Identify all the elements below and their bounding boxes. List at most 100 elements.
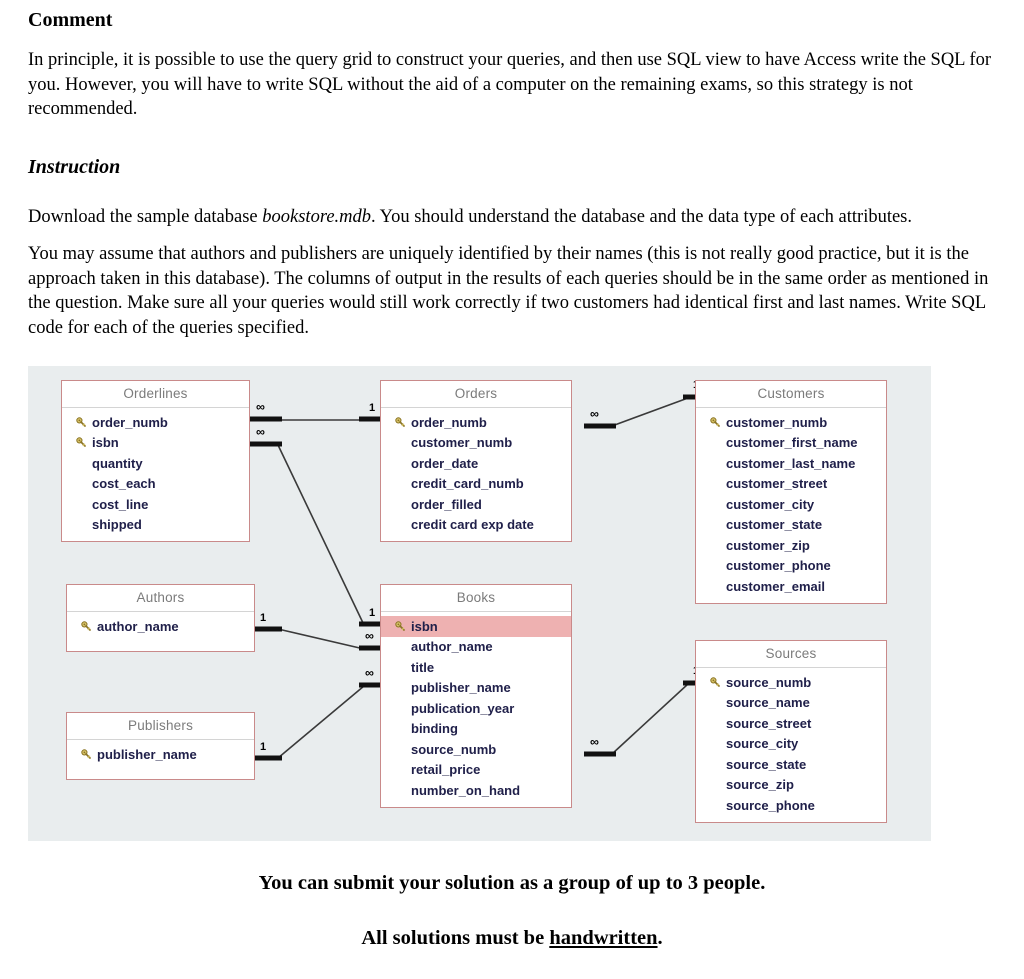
er-field-row[interactable]: order_numb [62, 412, 249, 433]
er-field-row[interactable]: customer_phone [696, 556, 886, 577]
er-field-label: number_on_hand [411, 782, 521, 798]
footer-group-note: You can submit your solution as a group … [258, 872, 766, 894]
instruction-heading: Instruction [28, 156, 121, 178]
er-field-label: customer_last_name [726, 455, 856, 471]
er-field-row[interactable]: source_phone [696, 795, 886, 816]
er-field-label: isbn [92, 435, 119, 451]
er-field-label: customer_email [726, 578, 825, 594]
er-field-row[interactable]: customer_state [696, 515, 886, 536]
er-field-row[interactable]: customer_first_name [696, 433, 886, 454]
footer-text-before: All solutions must be [361, 927, 550, 949]
er-field-label: source_numb [726, 674, 812, 690]
er-field-row[interactable]: source_numb [696, 672, 886, 693]
er-field-row[interactable]: shipped [62, 515, 249, 536]
er-field-row[interactable]: customer_city [696, 494, 886, 515]
er-table-customers[interactable]: Customers customer_numb customer_first_n… [695, 380, 887, 604]
er-field-label: author_name [97, 618, 179, 634]
er-table-title: Authors [67, 585, 254, 612]
er-field-row[interactable]: retail_price [381, 760, 571, 781]
er-table-sources[interactable]: Sources source_numb source_name source_s… [695, 640, 887, 823]
er-field-label: customer_street [726, 476, 828, 492]
er-field-row[interactable]: source_city [696, 734, 886, 755]
er-field-label: order_date [411, 455, 479, 471]
download-text-after: . You should understand the database and… [371, 207, 913, 227]
er-field-label: isbn [411, 618, 438, 634]
comment-heading: Comment [28, 9, 113, 31]
primary-key-icon [389, 621, 411, 632]
er-table-authors[interactable]: Authors author_name [66, 584, 255, 652]
er-table-books[interactable]: Books isbn author_name title publisher_n… [380, 584, 572, 808]
er-field-row[interactable]: quantity [62, 453, 249, 474]
er-field-row[interactable]: customer_zip [696, 535, 886, 556]
er-field-row[interactable]: binding [381, 719, 571, 740]
er-table-title: Orders [381, 381, 571, 408]
connector-authors-books [277, 628, 365, 650]
er-field-label: author_name [411, 639, 493, 655]
er-field-row[interactable]: credit_card_numb [381, 474, 571, 495]
er-field-row[interactable]: source_zip [696, 775, 886, 796]
er-field-label: publisher_name [411, 680, 511, 696]
er-table-fields: isbn author_name title publisher_name pu… [381, 612, 571, 807]
er-field-row[interactable]: publication_year [381, 698, 571, 719]
er-field-row[interactable]: order_numb [381, 412, 571, 433]
er-field-row[interactable]: order_filled [381, 494, 571, 515]
er-field-label: customer_state [726, 517, 823, 533]
comment-paragraph: In principle, it is possible to use the … [28, 50, 991, 119]
er-field-label: customer_city [726, 496, 815, 512]
er-field-row[interactable]: order_date [381, 453, 571, 474]
er-field-row[interactable]: isbn [62, 433, 249, 454]
er-field-row[interactable]: publisher_name [67, 744, 254, 765]
er-table-publishers[interactable]: Publishers publisher_name [66, 712, 255, 780]
er-field-row[interactable]: author_name [67, 616, 254, 637]
er-field-label: order_filled [411, 496, 482, 512]
cardinality-orderlines-orders-many: ∞ [256, 400, 265, 414]
er-field-label: customer_numb [726, 414, 828, 430]
er-field-label: customer_zip [726, 537, 810, 553]
er-field-row[interactable]: cost_line [62, 494, 249, 515]
er-field-row[interactable]: source_name [696, 693, 886, 714]
primary-key-icon [75, 621, 97, 632]
er-field-row[interactable]: customer_email [696, 576, 886, 597]
er-field-row[interactable]: number_on_hand [381, 780, 571, 801]
er-field-label: source_zip [726, 777, 794, 793]
er-field-label: publication_year [411, 700, 515, 716]
er-table-orders[interactable]: Orders order_numb customer_numb order_da… [380, 380, 572, 542]
er-field-row[interactable]: customer_numb [381, 433, 571, 454]
er-field-row-highlighted[interactable]: isbn [381, 616, 571, 637]
er-table-title: Books [381, 585, 571, 612]
er-diagram-panel: ∞ 1 ∞ 1 ∞ 1 1 ∞ 1 ∞ ∞ 1 Orderlines order… [28, 366, 931, 841]
connector-publishers-books [277, 685, 365, 759]
primary-key-icon [70, 437, 92, 448]
primary-key-icon [389, 417, 411, 428]
er-field-label: source_street [726, 715, 812, 731]
er-table-title: Sources [696, 641, 886, 668]
er-field-row[interactable]: source_street [696, 713, 886, 734]
er-field-row[interactable]: customer_numb [696, 412, 886, 433]
cardinality-orderlines-orders-one: 1 [369, 402, 376, 414]
er-field-row[interactable]: publisher_name [381, 678, 571, 699]
cardinality-authors-books-one: 1 [260, 612, 267, 624]
er-field-label: cost_each [92, 476, 156, 492]
er-field-row[interactable]: credit card exp date [381, 515, 571, 536]
er-field-label: customer_numb [411, 435, 513, 451]
er-field-label: order_numb [411, 414, 487, 430]
er-field-label: retail_price [411, 762, 481, 778]
er-field-row[interactable]: author_name [381, 637, 571, 658]
er-field-label: source_phone [726, 797, 815, 813]
er-field-label: shipped [92, 517, 142, 533]
er-table-orderlines[interactable]: Orderlines order_numb isbn quantity cost… [61, 380, 250, 542]
er-field-row[interactable]: source_numb [381, 739, 571, 760]
connector-orders-customers [611, 397, 689, 427]
er-field-row[interactable]: customer_street [696, 474, 886, 495]
er-field-row[interactable]: source_state [696, 754, 886, 775]
cardinality-authors-books-many: ∞ [365, 629, 374, 643]
er-field-label: credit card exp date [411, 517, 534, 533]
footer-text-after: . [657, 927, 663, 949]
er-field-row[interactable]: title [381, 657, 571, 678]
instruction-paragraph-2: You may assume that authors and publishe… [28, 244, 989, 338]
primary-key-icon [704, 417, 726, 428]
er-field-row[interactable]: customer_last_name [696, 453, 886, 474]
er-table-fields: source_numb source_name source_street so… [696, 668, 886, 822]
er-field-label: binding [411, 721, 458, 737]
er-field-row[interactable]: cost_each [62, 474, 249, 495]
